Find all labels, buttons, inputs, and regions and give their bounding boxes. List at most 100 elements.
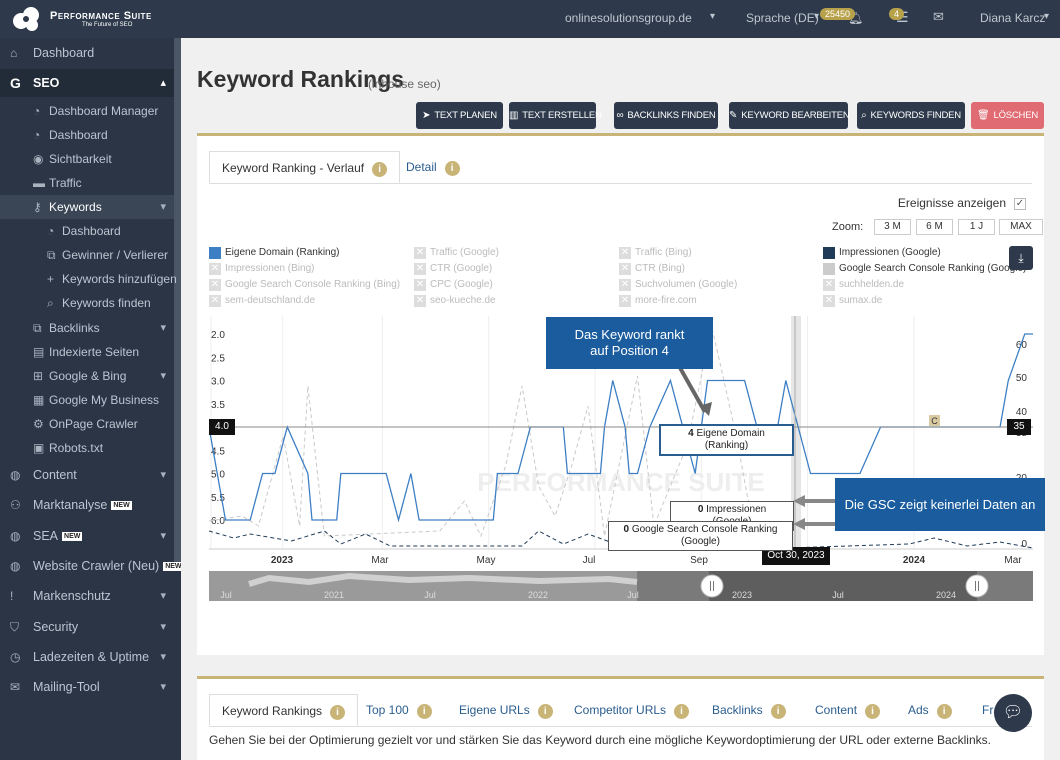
sidebar-item-dashboard[interactable]: ⌂ Dashboard	[0, 41, 174, 65]
sidebar-item-onpage-crawler[interactable]: ⚙ OnPage Crawler	[0, 412, 174, 436]
sidebar-item-sichtbarkeit[interactable]: ◉ Sichtbarkeit	[0, 147, 174, 171]
sidebar-item-marktanalyse[interactable]: ⚇ Marktanalyse NEW	[0, 493, 174, 517]
sidebar-item-robots-txt[interactable]: ▣ Robots.txt	[0, 436, 174, 460]
events-toggle[interactable]: Ereignisse anzeigen ✓	[898, 196, 1026, 210]
sidebar-item-ladezeiten-uptime[interactable]: ◷ Ladezeiten & Uptime ▾	[0, 645, 174, 669]
user-menu[interactable]: Diana Karcz	[980, 11, 1045, 25]
sidebar-item-backlinks[interactable]: ⧉ Backlinks ▾	[0, 316, 174, 340]
sidebar-item-keywords-hinzuf-gen[interactable]: + Keywords hinzufügen	[0, 267, 177, 291]
chevron-down-icon: ▾	[160, 681, 166, 693]
app-logo[interactable]: Performance Suite The Future of SEO	[12, 6, 182, 32]
zoom-1j-button[interactable]: 1 J	[958, 219, 995, 235]
sidebar-item-content[interactable]: ◍ Content ▾	[0, 463, 174, 487]
sidebar-item-label: Google & Bing	[49, 369, 127, 383]
sidebar-item-mailing-tool[interactable]: ✉ Mailing-Tool ▾	[0, 675, 174, 699]
shield-icon: ⛉	[10, 620, 20, 634]
download-chart-button[interactable]: ⤓	[1009, 246, 1033, 270]
tab-eigene-urls[interactable]: Eigene URLs i	[447, 694, 565, 726]
sidebar-item-google-my-business[interactable]: ▦ Google My Business	[0, 388, 174, 412]
events-checkbox[interactable]: ✓	[1014, 197, 1026, 210]
legend-swatch: ✕	[619, 247, 631, 259]
sidebar-item-gewinner-verlierer[interactable]: ⧉ Gewinner / Verlierer	[0, 243, 174, 267]
tab-content[interactable]: Content i	[803, 694, 892, 726]
zoom-3m-button[interactable]: 3 M	[874, 219, 911, 235]
tab-label: Content	[815, 703, 858, 717]
zoom-6m-button[interactable]: 6 M	[916, 219, 953, 235]
info-icon[interactable]: i	[865, 704, 881, 719]
legend-label: Google Search Console Ranking (Google)	[839, 263, 1027, 274]
logo-mark-icon	[13, 7, 39, 31]
language-select[interactable]: Sprache (DE)	[746, 11, 819, 25]
legend-swatch: ✕	[414, 295, 426, 307]
domain-select[interactable]: onlinesolutionsgroup.de	[565, 11, 692, 25]
löschen-button[interactable]: 🗑︎ LÖSCHEN	[971, 102, 1044, 129]
info-icon[interactable]: i	[372, 162, 388, 177]
description-text: Gehen Sie bei der Optimierung gezielt vo…	[209, 733, 991, 747]
navigator-handle[interactable]	[965, 574, 989, 598]
sidebar-item-seo[interactable]: G SEO ▴	[0, 69, 174, 97]
backlinks-finden-button[interactable]: ∞ BACKLINKS FINDEN	[614, 102, 718, 129]
sidebar-item-google-bing[interactable]: ⊞ Google & Bing ▾	[0, 364, 174, 388]
info-icon[interactable]: i	[770, 704, 786, 719]
envelope-icon[interactable]: ✉	[933, 9, 944, 25]
chevron-down-icon: ▾	[160, 651, 166, 663]
tab-label: Eigene URLs	[459, 703, 530, 717]
car-icon: ▬	[33, 176, 45, 190]
sidebar-item-markenschutz[interactable]: ! Markenschutz ▾	[0, 584, 174, 608]
text-erstellen-button[interactable]: ▥ TEXT ERSTELLEN	[509, 102, 602, 129]
sidebar-item-dashboard-manager[interactable]: ◔ Dashboard Manager	[0, 99, 174, 123]
tab-ads[interactable]: Ads i	[896, 694, 964, 726]
tab-competitor-urls[interactable]: Competitor URLs i	[562, 694, 701, 726]
y-right-tick: 0	[1021, 539, 1027, 550]
logo-subtitle: The Future of SEO	[82, 22, 133, 28]
keyword-bearbeiten-button[interactable]: ✎ KEYWORD BEARBEITEN	[729, 102, 850, 129]
tab-top-100[interactable]: Top 100 i	[354, 694, 444, 726]
sidebar-item-keywords-finden[interactable]: ⌕ Keywords finden	[0, 291, 174, 315]
book-icon: ▥	[509, 110, 519, 121]
tab-keyword-ranking-verlauf[interactable]: Keyword Ranking - Verlauf i	[209, 151, 401, 183]
info-icon[interactable]: i	[330, 705, 346, 720]
keywords-finden-button[interactable]: ⌕ KEYWORDS FINDEN	[857, 102, 965, 129]
text-planen-button[interactable]: ➤ TEXT PLANEN	[416, 102, 503, 129]
sidebar-item-website-crawler-neu[interactable]: ◍ Website Crawler (Neu) NEW	[0, 554, 181, 578]
y-left-tick: 3.0	[211, 377, 225, 388]
tab-detail[interactable]: Detail i	[394, 151, 472, 183]
sidebar-item-label: OnPage Crawler	[49, 417, 138, 431]
chevron-down-icon: ▾	[160, 322, 166, 334]
info-icon[interactable]: i	[674, 704, 690, 719]
events-label: Ereignisse anzeigen	[897, 196, 1006, 210]
tab-backlinks[interactable]: Backlinks i	[700, 694, 798, 726]
navigator-handle[interactable]	[700, 574, 724, 598]
download-icon: ⤓	[1018, 251, 1024, 265]
chat-button[interactable]: 💬︎	[994, 694, 1032, 732]
sidebar-item-keywords[interactable]: ⚷ Keywords ▾	[0, 195, 174, 219]
zoom-max-button[interactable]: MAX	[999, 219, 1043, 235]
tab-keyword-rankings[interactable]: Keyword Rankings i	[209, 694, 359, 726]
sidebar-item-dashboard[interactable]: ◔ Dashboard	[0, 123, 174, 147]
sidebar-item-dashboard[interactable]: ◔ Dashboard	[0, 219, 174, 243]
chevron-down-icon[interactable]: ▾	[814, 11, 819, 22]
sidebar-item-label: Sichtbarkeit	[49, 152, 112, 166]
new-badge: NEW	[111, 501, 132, 511]
sidebar-item-security[interactable]: ⛉ Security ▾	[0, 615, 174, 639]
navigator-tick: Jul	[424, 590, 436, 600]
info-icon[interactable]: i	[444, 161, 460, 176]
info-icon[interactable]: i	[537, 704, 553, 719]
sidebar-item-traffic[interactable]: ▬ Traffic	[0, 171, 174, 195]
external-link-icon: ⧉	[33, 321, 42, 335]
sidebar-item-indexierte-seiten[interactable]: ▤ Indexierte Seiten	[0, 340, 174, 364]
tooltip-value: 0	[623, 524, 630, 535]
x-tick: Mar	[1004, 555, 1022, 566]
info-icon[interactable]: i	[936, 704, 952, 719]
chevron-down-icon[interactable]: ▾	[710, 11, 715, 22]
new-badge: NEW	[163, 562, 181, 572]
info-icon[interactable]: i	[416, 704, 432, 719]
chevron-down-icon[interactable]: ▾	[1044, 11, 1049, 22]
chart-watermark: PERFORMANCE SUITE	[477, 467, 764, 497]
ranking-chart[interactable]: PERFORMANCE SUITE2.02.53.03.54.04.55.05.…	[209, 316, 1045, 601]
button-label: KEYWORDS FINDEN	[870, 110, 961, 121]
button-label: TEXT PLANEN	[434, 110, 497, 121]
sidebar-item-sea[interactable]: ◍ SEA NEW ▾	[0, 524, 174, 548]
chevron-up-icon: ▴	[160, 77, 166, 89]
sidebar-scrollbar[interactable]	[174, 38, 181, 570]
